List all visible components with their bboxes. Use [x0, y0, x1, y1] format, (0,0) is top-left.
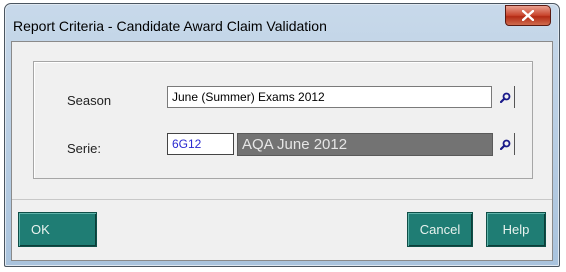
close-button[interactable]: [505, 5, 551, 26]
window-title: Report Criteria - Candidate Award Claim …: [13, 18, 327, 34]
series-lookup-button[interactable]: [497, 133, 515, 155]
cancel-button[interactable]: Cancel: [407, 212, 473, 247]
help-button[interactable]: Help: [486, 212, 546, 247]
button-bar: OK Cancel Help: [12, 199, 552, 261]
season-lookup-button[interactable]: [497, 86, 515, 108]
series-code-field[interactable]: [167, 133, 234, 155]
season-field[interactable]: [167, 86, 492, 108]
dialog-body: Season Serie: AQA June 2012 OK Cancel: [11, 41, 553, 261]
season-label: Season: [67, 93, 112, 108]
criteria-group: Season Serie: AQA June 2012: [33, 61, 533, 179]
ok-button[interactable]: OK: [18, 212, 97, 247]
magnifier-icon: [500, 92, 511, 103]
magnifier-icon: [500, 139, 511, 150]
series-description-field: AQA June 2012: [237, 133, 493, 156]
dialog-window: Report Criteria - Candidate Award Claim …: [4, 3, 560, 267]
series-label: Serie:: [67, 141, 101, 156]
close-icon: [522, 10, 534, 21]
